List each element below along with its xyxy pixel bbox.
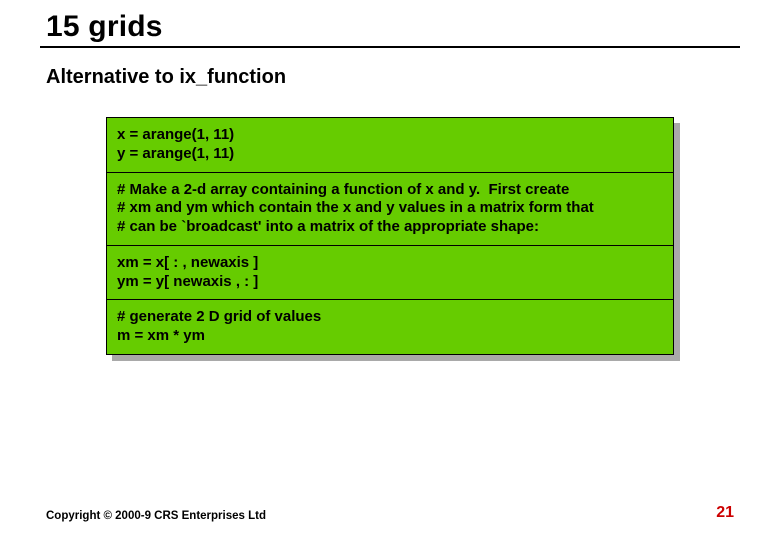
code-line: # Make a 2-d array containing a function… xyxy=(117,181,663,200)
code-line: ym = y[ newaxis , : ] xyxy=(117,273,663,292)
code-line: # can be `broadcast' into a matrix of th… xyxy=(117,218,663,237)
page-number: 21 xyxy=(716,504,734,522)
slide: 15 grids Alternative to ix_function x = … xyxy=(0,0,780,540)
code-line: # generate 2 D grid of values xyxy=(117,308,663,327)
code-line: xm = x[ : , newaxis ] xyxy=(117,254,663,273)
title-rule xyxy=(40,46,740,48)
code-box: x = arange(1, 11) y = arange(1, 11) # Ma… xyxy=(106,117,674,355)
slide-subtitle: Alternative to ix_function xyxy=(46,66,740,89)
code-line: y = arange(1, 11) xyxy=(117,145,663,164)
code-section: # generate 2 D grid of values m = xm * y… xyxy=(107,300,673,354)
code-section: xm = x[ : , newaxis ] ym = y[ newaxis , … xyxy=(107,246,673,301)
code-box-body: x = arange(1, 11) y = arange(1, 11) # Ma… xyxy=(106,117,674,355)
code-line: # xm and ym which contain the x and y va… xyxy=(117,199,663,218)
code-section: x = arange(1, 11) y = arange(1, 11) xyxy=(107,118,673,173)
code-line: x = arange(1, 11) xyxy=(117,126,663,145)
copyright-text: Copyright © 2000-9 CRS Enterprises Ltd xyxy=(46,510,266,522)
footer: Copyright © 2000-9 CRS Enterprises Ltd 2… xyxy=(46,504,734,522)
code-section: # Make a 2-d array containing a function… xyxy=(107,173,673,246)
code-line: m = xm * ym xyxy=(117,327,663,346)
slide-title: 15 grids xyxy=(46,10,740,44)
